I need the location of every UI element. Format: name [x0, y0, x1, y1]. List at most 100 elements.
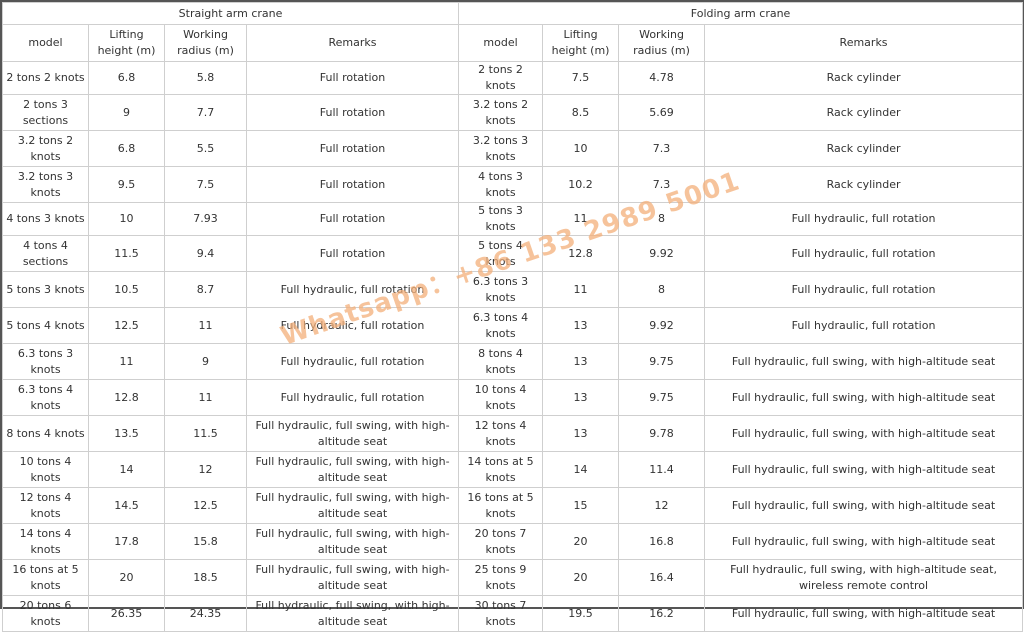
straight-model-cell: 6.3 tons 4 knots	[2, 379, 89, 416]
straight-working-radius-cell: 8.7	[164, 271, 247, 308]
col-header-lifting-height: Lifting height (m)	[542, 24, 620, 62]
straight-lifting-height-cell: 10	[88, 202, 165, 236]
straight-working-radius-cell: 11	[164, 307, 247, 344]
crane-spec-table: Straight arm crane Folding arm crane mod…	[1, 2, 1024, 632]
folding-working-radius-cell: 12	[618, 487, 706, 524]
table-row: 5 tons 4 knots 12.5 11 Full hydraulic, full…	[2, 307, 1024, 344]
folding-remarks-cell: Rack cylinder	[704, 130, 1024, 167]
straight-model-cell: 4 tons 3 knots	[2, 202, 89, 236]
straight-model-cell: 5 tons 4 knots	[2, 307, 89, 344]
folding-remarks-cell: Full hydraulic, full rotation	[704, 271, 1024, 308]
folding-remarks-cell: Full hydraulic, full rotation	[704, 202, 1024, 236]
straight-remarks-cell: Full rotation	[245, 166, 460, 203]
folding-model-cell: 14 tons at 5 knots	[458, 451, 544, 488]
straight-model-cell: 14 tons 4 knots	[2, 523, 89, 560]
folding-remarks-cell: Full hydraulic, full swing, with high-al…	[704, 343, 1024, 380]
straight-working-radius-cell: 5.8	[164, 61, 247, 95]
table-row: 3.2 tons 2 knots 6.8 5.5 Full rotation 3.2 t…	[2, 130, 1024, 167]
straight-model-cell: 8 tons 4 knots	[2, 415, 89, 452]
folding-remarks-cell: Full hydraulic, full rotation	[704, 235, 1024, 272]
folding-working-radius-cell: 16.2	[618, 595, 706, 632]
straight-remarks-cell: Full hydraulic, full rotation	[245, 307, 460, 344]
folding-remarks-cell: Full hydraulic, full rotation	[704, 307, 1024, 344]
column-header-row: model Lifting height (m) Working radius …	[2, 24, 1024, 62]
folding-lifting-height-cell: 10	[542, 130, 620, 167]
straight-lifting-height-cell: 14.5	[88, 487, 165, 524]
folding-working-radius-cell: 4.78	[618, 61, 706, 95]
table-row: 6.3 tons 3 knots 11 9 Full hydraulic, full …	[2, 343, 1024, 380]
folding-working-radius-cell: 7.3	[618, 130, 706, 167]
folding-lifting-height-cell: 20	[542, 559, 620, 596]
folding-working-radius-cell: 9.92	[618, 307, 706, 344]
folding-lifting-height-cell: 14	[542, 451, 620, 488]
col-header-lifting-height: Lifting height (m)	[88, 24, 165, 62]
straight-model-cell: 2 tons 2 knots	[2, 61, 89, 95]
straight-working-radius-cell: 18.5	[164, 559, 247, 596]
folding-lifting-height-cell: 11	[542, 271, 620, 308]
folding-working-radius-cell: 9.75	[618, 343, 706, 380]
col-header-model: model	[2, 24, 89, 62]
straight-model-cell: 3.2 tons 2 knots	[2, 130, 89, 167]
straight-working-radius-cell: 12.5	[164, 487, 247, 524]
straight-working-radius-cell: 11	[164, 379, 247, 416]
straight-working-radius-cell: 12	[164, 451, 247, 488]
straight-remarks-cell: Full hydraulic, full swing, with high-al…	[245, 487, 460, 524]
folding-working-radius-cell: 11.4	[618, 451, 706, 488]
folding-lifting-height-cell: 15	[542, 487, 620, 524]
folding-lifting-height-cell: 7.5	[542, 61, 620, 95]
table-row: 20 tons 6 knots 26.35 24.35 Full hydraulic,…	[2, 595, 1024, 632]
folding-model-cell: 2 tons 2 knots	[458, 61, 544, 95]
folding-lifting-height-cell: 13	[542, 307, 620, 344]
folding-arm-group-title: Folding arm crane	[458, 2, 1024, 25]
col-header-working-radius: Working radius (m)	[618, 24, 706, 62]
straight-lifting-height-cell: 26.35	[88, 595, 165, 632]
table-row: 16 tons at 5 knots 20 18.5 Full hydraulic, …	[2, 559, 1024, 596]
straight-remarks-cell: Full hydraulic, full swing, with high-al…	[245, 451, 460, 488]
straight-arm-group-title: Straight arm crane	[1, 2, 460, 25]
folding-model-cell: 20 tons 7 knots	[458, 523, 544, 560]
straight-remarks-cell: Full hydraulic, full rotation	[245, 379, 460, 416]
folding-model-cell: 6.3 tons 3 knots	[458, 271, 544, 308]
straight-remarks-cell: Full hydraulic, full swing, with high-al…	[245, 523, 460, 560]
folding-lifting-height-cell: 13	[542, 379, 620, 416]
folding-lifting-height-cell: 20	[542, 523, 620, 560]
folding-model-cell: 5 tons 3 knots	[458, 202, 544, 236]
folding-working-radius-cell: 8	[618, 271, 706, 308]
straight-working-radius-cell: 24.35	[164, 595, 247, 632]
table-row: 8 tons 4 knots 13.5 11.5 Full hydraulic, fu…	[2, 415, 1024, 452]
folding-lifting-height-cell: 13	[542, 415, 620, 452]
folding-remarks-cell: Full hydraulic, full swing, with high-al…	[704, 415, 1024, 452]
straight-lifting-height-cell: 14	[88, 451, 165, 488]
folding-model-cell: 3.2 tons 3 knots	[458, 130, 544, 167]
folding-model-cell: 12 tons 4 knots	[458, 415, 544, 452]
folding-working-radius-cell: 9.92	[618, 235, 706, 272]
straight-model-cell: 6.3 tons 3 knots	[2, 343, 89, 380]
straight-lifting-height-cell: 11.5	[88, 235, 165, 272]
straight-remarks-cell: Full rotation	[245, 130, 460, 167]
straight-lifting-height-cell: 11	[88, 343, 165, 380]
table-row: 10 tons 4 knots 14 12 Full hydraulic, full …	[2, 451, 1024, 488]
folding-remarks-cell: Full hydraulic, full swing, with high-al…	[704, 559, 1024, 596]
folding-remarks-cell: Full hydraulic, full swing, with high-al…	[704, 451, 1024, 488]
straight-remarks-cell: Full hydraulic, full swing, with high-al…	[245, 559, 460, 596]
folding-lifting-height-cell: 12.8	[542, 235, 620, 272]
folding-working-radius-cell: 8	[618, 202, 706, 236]
folding-remarks-cell: Full hydraulic, full swing, with high-al…	[704, 595, 1024, 632]
straight-lifting-height-cell: 17.8	[88, 523, 165, 560]
straight-working-radius-cell: 7.93	[164, 202, 247, 236]
col-header-remarks: Remarks	[245, 24, 460, 62]
folding-model-cell: 25 tons 9 knots	[458, 559, 544, 596]
folding-model-cell: 16 tons at 5 knots	[458, 487, 544, 524]
straight-model-cell: 16 tons at 5 knots	[2, 559, 89, 596]
table-frame: Straight arm crane Folding arm crane mod…	[0, 0, 1024, 632]
table-row: 4 tons 4 sections 11.5 9.4 Full rotation 5 t…	[2, 235, 1024, 272]
straight-model-cell: 2 tons 3 sections	[2, 94, 89, 131]
straight-remarks-cell: Full rotation	[245, 202, 460, 236]
straight-lifting-height-cell: 6.8	[88, 130, 165, 167]
col-header-model: model	[458, 24, 544, 62]
straight-lifting-height-cell: 12.8	[88, 379, 165, 416]
straight-working-radius-cell: 5.5	[164, 130, 247, 167]
col-header-working-radius: Working radius (m)	[164, 24, 247, 62]
straight-model-cell: 4 tons 4 sections	[2, 235, 89, 272]
folding-remarks-cell: Rack cylinder	[704, 166, 1024, 203]
